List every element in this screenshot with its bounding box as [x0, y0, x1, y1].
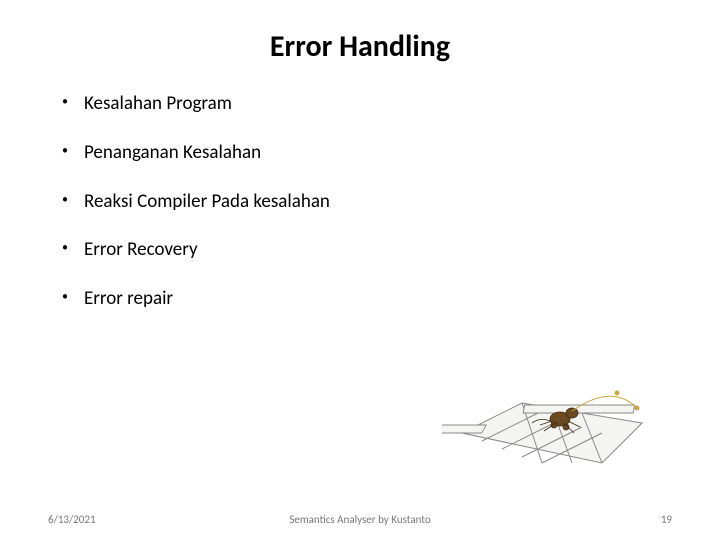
bullet-item: Penanganan Kesalahan: [56, 142, 672, 165]
bullet-item: Error Recovery: [56, 239, 672, 262]
bullet-list: Kesalahan Program Penanganan Kesalahan R…: [48, 93, 672, 311]
slide: Error Handling Kesalahan Program Penanga…: [0, 0, 720, 540]
bullet-item: Error repair: [56, 288, 672, 311]
footer: 6/13/2021 Semantics Analyser by Kustanto…: [0, 513, 720, 526]
slide-title: Error Handling: [48, 28, 672, 65]
maze-illustration: [442, 355, 672, 480]
bullet-item: Reaksi Compiler Pada kesalahan: [56, 191, 672, 214]
footer-author: Semantics Analyser by Kustanto: [0, 513, 720, 526]
bullet-item: Kesalahan Program: [56, 93, 672, 116]
